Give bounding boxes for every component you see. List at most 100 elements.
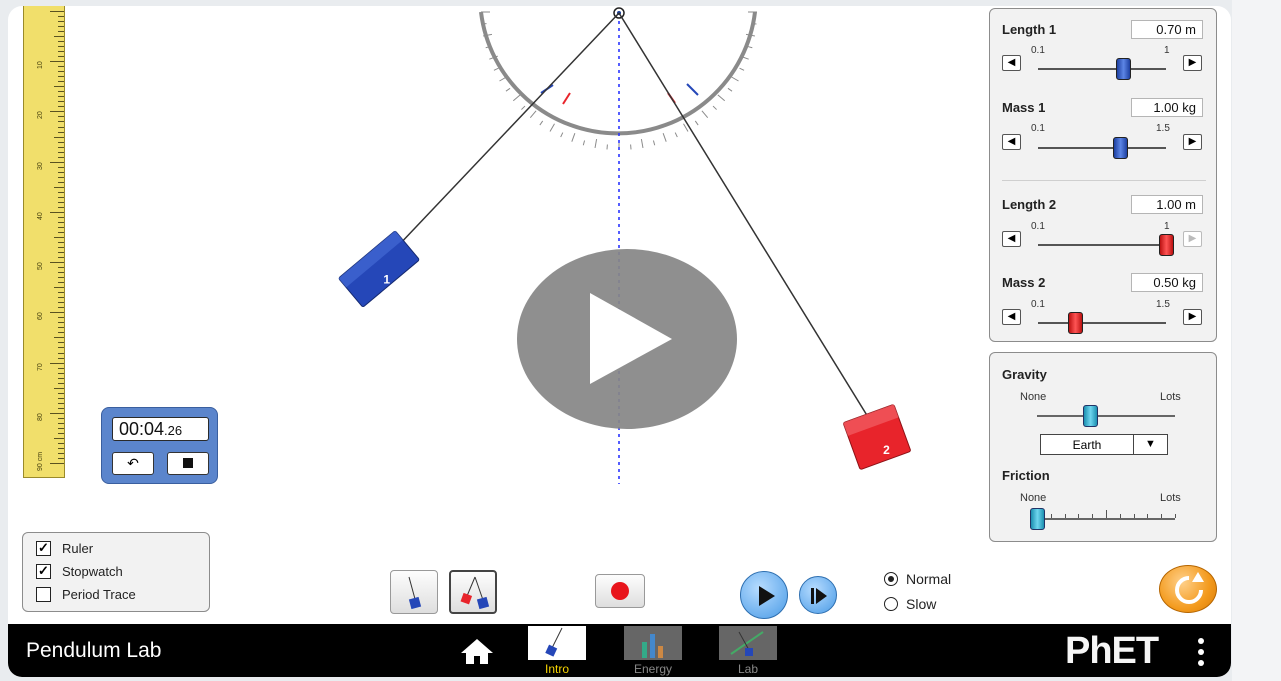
lab-thumbnail bbox=[719, 626, 777, 660]
slow-speed-radio[interactable] bbox=[884, 597, 898, 611]
stopwatch[interactable]: 00:04.26 ↶ bbox=[101, 407, 218, 484]
right-triangle-icon: ▶ bbox=[1188, 311, 1197, 322]
protractor-tick bbox=[539, 120, 544, 126]
mass1-increment-button[interactable]: ▶ bbox=[1183, 134, 1202, 150]
mass2-slider-thumb[interactable] bbox=[1067, 312, 1083, 334]
record-icon bbox=[611, 582, 629, 600]
friction-max-label: Lots bbox=[1160, 492, 1181, 504]
friction-tick bbox=[1106, 510, 1107, 518]
friction-slider-thumb[interactable] bbox=[1030, 508, 1045, 530]
gravity-slider-thumb[interactable] bbox=[1083, 405, 1098, 427]
intro-thumbnail bbox=[528, 626, 586, 660]
mass1-slider-track[interactable] bbox=[1038, 147, 1166, 149]
length1-slider-thumb[interactable] bbox=[1116, 58, 1132, 80]
length1-max: 1 bbox=[1164, 45, 1170, 56]
protractor-tick bbox=[640, 138, 644, 148]
length2-increment-button[interactable]: ▶ bbox=[1183, 231, 1202, 247]
tab-lab[interactable]: Lab bbox=[719, 626, 777, 676]
protractor-tick bbox=[652, 140, 656, 146]
friction-tick bbox=[1119, 514, 1121, 518]
length2-decrement-button[interactable]: ◀ bbox=[1002, 231, 1021, 247]
mass1-value: 1.00 kg bbox=[1131, 98, 1203, 117]
gravity-max-label: Lots bbox=[1160, 391, 1181, 403]
friction-slider-track[interactable] bbox=[1037, 518, 1175, 520]
gravity-body-value: Earth bbox=[1072, 438, 1102, 452]
length1-increment-button[interactable]: ▶ bbox=[1183, 55, 1202, 71]
period-trace-checkbox[interactable] bbox=[36, 587, 51, 602]
sim-frame: 10 20 30 40 50 60 70 80 90 cm 1 2 00:04.… bbox=[8, 6, 1231, 677]
gravity-min-label: None bbox=[1020, 391, 1047, 403]
length1-value: 0.70 m bbox=[1131, 20, 1203, 39]
friction-tick bbox=[1078, 514, 1080, 518]
play-overlay-button[interactable] bbox=[517, 249, 737, 429]
mass2-slider-track[interactable] bbox=[1038, 322, 1166, 324]
gravity-body-select[interactable]: Earth ▼ bbox=[1040, 434, 1168, 455]
tab-energy-label: Energy bbox=[633, 662, 673, 676]
pendulum-parameters-panel: Length 1 0.70 m 0.1 1 ◀ ▶ Mass 1 1.00 kg… bbox=[989, 8, 1217, 342]
protractor-tick bbox=[594, 138, 598, 148]
ruler-checkbox[interactable]: ✓ bbox=[36, 541, 51, 556]
right-triangle-icon: ▶ bbox=[1188, 136, 1197, 147]
app-title: Pendulum Lab bbox=[26, 639, 162, 662]
mass2-value: 0.50 kg bbox=[1131, 273, 1203, 292]
one-pendulum-button[interactable] bbox=[390, 570, 438, 614]
length1-slider-track[interactable] bbox=[1038, 68, 1166, 70]
step-forward-button[interactable] bbox=[799, 576, 837, 614]
stopwatch-reset-button[interactable]: ↶ bbox=[112, 452, 154, 475]
length2-slider-track[interactable] bbox=[1038, 244, 1166, 246]
mass1-max: 1.5 bbox=[1156, 123, 1170, 134]
protractor-tick bbox=[674, 132, 678, 138]
friction-tick bbox=[1161, 514, 1163, 518]
play-pause-button[interactable] bbox=[740, 571, 788, 619]
energy-thumbnail bbox=[624, 626, 682, 660]
stopwatch-time: 00:04 bbox=[119, 419, 165, 439]
left-triangle-icon: ◀ bbox=[1007, 136, 1016, 147]
two-pendulums-button[interactable] bbox=[449, 570, 497, 614]
stopwatch-stop-button[interactable] bbox=[167, 452, 209, 475]
mass1-label: Mass 1 bbox=[1002, 100, 1046, 115]
home-button[interactable] bbox=[459, 637, 495, 665]
friction-tick bbox=[1175, 514, 1176, 518]
slow-speed-label: Slow bbox=[906, 596, 937, 612]
length2-max: 1 bbox=[1164, 221, 1170, 232]
normal-speed-radio[interactable] bbox=[884, 572, 898, 586]
mass1-min: 0.1 bbox=[1031, 123, 1045, 134]
record-button[interactable] bbox=[595, 574, 645, 608]
tab-intro[interactable]: Intro bbox=[528, 626, 586, 676]
length2-slider-thumb[interactable] bbox=[1159, 234, 1174, 256]
friction-min-label: None bbox=[1020, 492, 1047, 504]
phet-menu-button[interactable] bbox=[1195, 636, 1207, 668]
length2-label: Length 2 bbox=[1002, 197, 1057, 212]
reset-all-button[interactable] bbox=[1159, 565, 1217, 613]
stopwatch-checkbox[interactable]: ✓ bbox=[36, 564, 51, 579]
panel-divider bbox=[1002, 180, 1206, 181]
mass2-min: 0.1 bbox=[1031, 299, 1045, 310]
more-options-icon bbox=[1198, 638, 1204, 644]
protractor-tick bbox=[493, 67, 499, 71]
chevron-down-icon: ▼ bbox=[1133, 435, 1167, 454]
length2-min: 0.1 bbox=[1031, 221, 1045, 232]
refresh-icon bbox=[1175, 572, 1204, 604]
length1-decrement-button[interactable]: ◀ bbox=[1002, 55, 1021, 71]
protractor-tick bbox=[662, 133, 667, 142]
length1-min: 0.1 bbox=[1031, 45, 1045, 56]
friction-tick bbox=[1064, 514, 1066, 518]
tools-checkbox-panel: ✓ Ruler ✓ Stopwatch Period Trace bbox=[22, 532, 210, 612]
play-icon bbox=[759, 586, 775, 606]
protractor-tick bbox=[717, 94, 726, 102]
tab-energy[interactable]: Energy bbox=[624, 626, 682, 676]
mass1-slider-thumb[interactable] bbox=[1113, 137, 1129, 159]
window-margin bbox=[1232, 0, 1281, 681]
friction-label: Friction bbox=[1002, 468, 1050, 483]
gravity-slider-track[interactable] bbox=[1037, 415, 1175, 417]
mass2-increment-button[interactable]: ▶ bbox=[1183, 309, 1202, 325]
protractor-tick bbox=[521, 105, 526, 110]
mass2-decrement-button[interactable]: ◀ bbox=[1002, 309, 1021, 325]
pendulum-2-bob[interactable]: 2 bbox=[843, 404, 911, 470]
pendulum-2-label: 2 bbox=[883, 443, 890, 457]
protractor-tick bbox=[505, 87, 511, 92]
pendulum-1-bob[interactable]: 1 bbox=[338, 230, 420, 309]
friction-tick bbox=[1050, 514, 1052, 518]
mass1-decrement-button[interactable]: ◀ bbox=[1002, 134, 1021, 150]
home-icon bbox=[461, 639, 493, 664]
